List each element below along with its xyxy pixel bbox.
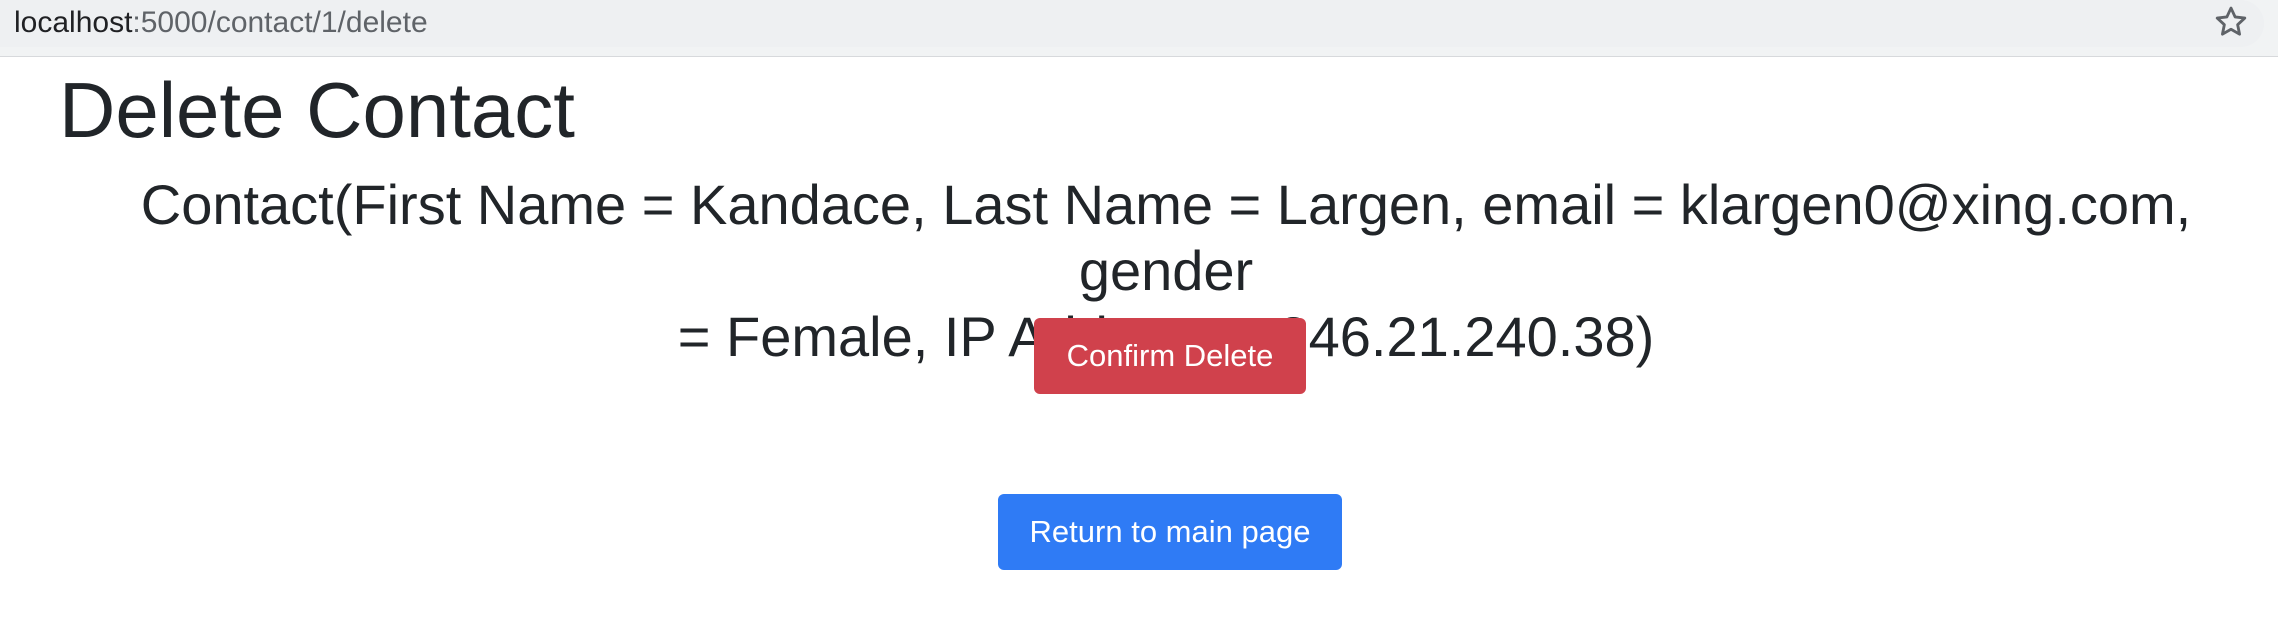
star-icon[interactable] <box>2212 3 2250 41</box>
url-host: localhost <box>14 6 133 39</box>
url-field[interactable]: localhost:5000/contact/1/delete <box>0 0 2264 47</box>
browser-address-bar: localhost:5000/contact/1/delete <box>0 0 2278 57</box>
url-path: :5000/contact/1/delete <box>132 6 428 39</box>
url-text[interactable]: localhost:5000/contact/1/delete <box>14 4 428 42</box>
contact-details-line-1: Contact(First Name = Kandace, Last Name … <box>140 173 2192 302</box>
return-to-main-page-button[interactable]: Return to main page <box>998 494 1342 570</box>
confirm-delete-button[interactable]: Confirm Delete <box>1034 318 1306 394</box>
page-title: Delete Contact <box>59 66 575 154</box>
